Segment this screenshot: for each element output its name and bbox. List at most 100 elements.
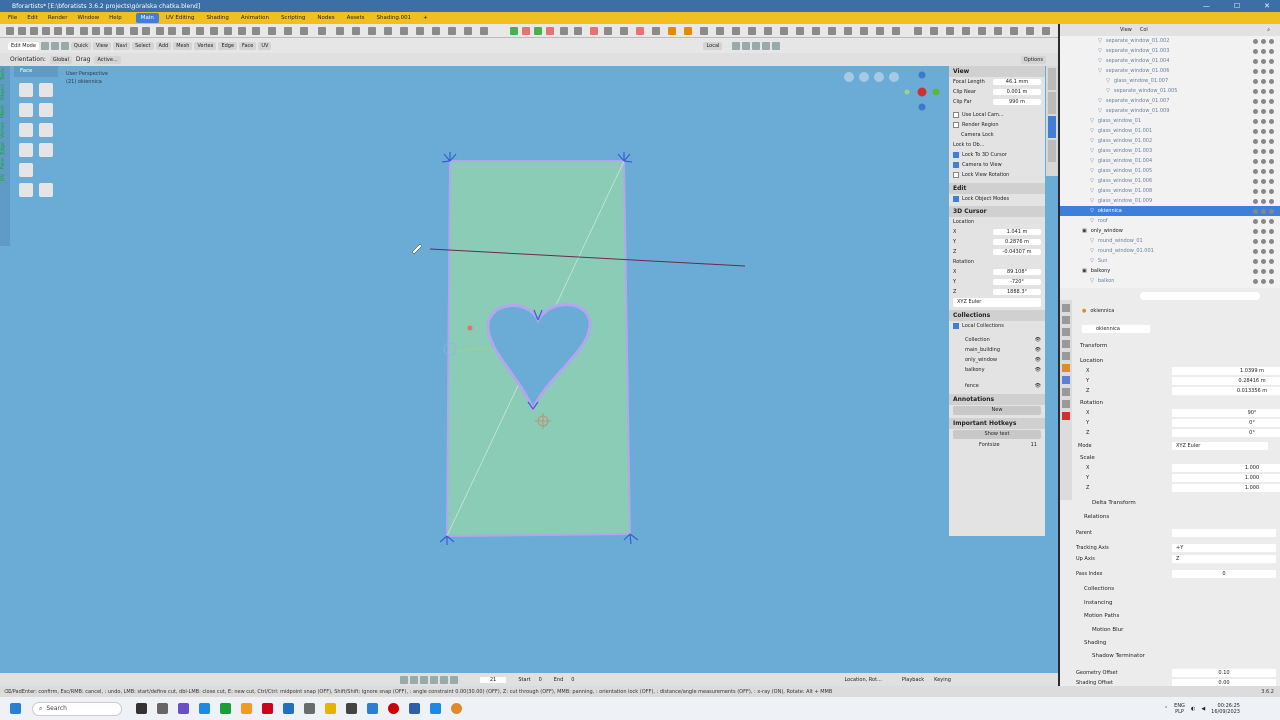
volume-icon[interactable]: ◀ xyxy=(1201,706,1205,712)
collections-panel-header[interactable]: Collections xyxy=(949,310,1045,321)
render-icon[interactable] xyxy=(1269,158,1274,164)
tab-main[interactable]: Main xyxy=(135,13,159,23)
end-field[interactable]: 0 xyxy=(571,677,574,683)
cursor-rotation-mode-dropdown[interactable]: XYZ Euler xyxy=(953,298,1041,307)
clip-far-field[interactable]: 990 m xyxy=(993,99,1041,105)
render-icon[interactable] xyxy=(1269,258,1274,264)
playback-menu[interactable]: Playback xyxy=(902,677,924,683)
camera-to-view-checkbox[interactable] xyxy=(953,162,959,168)
lock-view-rotation-checkbox[interactable] xyxy=(953,172,959,178)
render-icon[interactable] xyxy=(1269,268,1274,274)
important-hotkeys-header[interactable]: Important Hotkeys xyxy=(949,418,1045,429)
camera-icon[interactable] xyxy=(1261,178,1266,184)
inset-tool-icon[interactable] xyxy=(39,83,53,97)
clock-date[interactable]: 16/09/2023 xyxy=(1211,709,1240,715)
face-select-icon[interactable] xyxy=(60,41,69,50)
poke-tool-icon[interactable] xyxy=(39,103,53,117)
outliner-row[interactable]: ▽ glass_window_01.008 xyxy=(1060,186,1280,196)
rotate-edge-tool-icon[interactable] xyxy=(39,183,53,197)
location-z-field[interactable]: 0.013356 m xyxy=(1172,387,1280,395)
app-icon[interactable] xyxy=(241,703,252,714)
menu-uv[interactable]: UV xyxy=(258,41,272,50)
tab-uv-editing[interactable]: UV Editing xyxy=(161,13,200,23)
render-icon[interactable] xyxy=(1269,208,1274,214)
modifier-tab-icon[interactable] xyxy=(1062,376,1070,384)
app-icon[interactable] xyxy=(346,703,357,714)
app-icon[interactable] xyxy=(304,703,315,714)
outliner-row[interactable]: ▽ glass_window_01.009 xyxy=(1060,196,1280,206)
outliner-view-menu[interactable]: View xyxy=(1120,27,1132,33)
outliner-row[interactable]: ▽ glass_window_01.006 xyxy=(1060,176,1280,186)
camera-icon[interactable] xyxy=(1261,98,1266,104)
motion-paths-section[interactable]: Motion Paths xyxy=(1084,613,1119,619)
transform-space-dropdown[interactable]: Local xyxy=(703,41,723,50)
render-icon[interactable] xyxy=(1269,128,1274,134)
outliner-row[interactable]: ▽ glass_window_01.004 xyxy=(1060,156,1280,166)
render-icon[interactable] xyxy=(1269,228,1274,234)
tab-shading[interactable]: Shading xyxy=(202,13,234,23)
tab-edit[interactable] xyxy=(1048,140,1056,162)
visibility-icon[interactable] xyxy=(1253,118,1258,124)
app-icon[interactable] xyxy=(367,703,378,714)
menu-mesh[interactable]: Mesh xyxy=(173,41,193,50)
tab-object[interactable]: Object xyxy=(0,82,6,102)
collection-item-fence[interactable]: fence xyxy=(965,383,979,389)
geometry-offset-field[interactable]: 0.10 xyxy=(1172,669,1276,677)
triangulate-tool-icon[interactable] xyxy=(39,143,53,157)
object-tab-icon[interactable] xyxy=(1062,364,1070,372)
toolbar-icons[interactable] xyxy=(0,24,1058,38)
view-panel-header[interactable]: View xyxy=(949,66,1045,77)
show-text-button[interactable]: Show text xyxy=(953,430,1041,439)
outliner-row[interactable]: ▣ only_window xyxy=(1060,226,1280,236)
camera-lock-label[interactable]: Camera Lock xyxy=(961,132,994,138)
cursor-loc-y-field[interactable]: 0.2876 m xyxy=(993,239,1041,245)
visibility-icon[interactable] xyxy=(1253,258,1258,264)
render-icon[interactable] xyxy=(1269,138,1274,144)
outliner-row[interactable]: ▽ round_window_01 xyxy=(1060,236,1280,246)
outliner-row[interactable]: ▽ separate_window_01.005 xyxy=(1060,86,1280,96)
rotation-x-field[interactable]: 90° xyxy=(1172,409,1280,417)
camera-icon[interactable] xyxy=(1261,158,1266,164)
visibility-icon[interactable] xyxy=(1253,138,1258,144)
render-region-checkbox[interactable] xyxy=(953,122,959,128)
visibility-icon[interactable] xyxy=(1253,228,1258,234)
outliner-row[interactable]: ▽ roof xyxy=(1060,216,1280,226)
tab-uv[interactable]: UV xyxy=(0,172,6,183)
collection-item-balkony[interactable]: balkony xyxy=(965,367,985,373)
eye-icon[interactable]: 👁 xyxy=(1035,347,1041,353)
collection-item-main-building[interactable]: main_building xyxy=(965,347,1000,353)
cursor-rot-x-field[interactable]: 89.108° xyxy=(993,269,1041,275)
mode-dropdown[interactable]: Edit Mode xyxy=(8,41,39,50)
render-icon[interactable] xyxy=(1269,238,1274,244)
camera-icon[interactable] xyxy=(1261,78,1266,84)
material-tab-icon[interactable] xyxy=(1062,412,1070,420)
eye-icon[interactable]: 👁 xyxy=(1035,357,1041,363)
cursor-loc-x-field[interactable]: 1.041 m xyxy=(993,229,1041,235)
parent-field[interactable] xyxy=(1172,529,1276,537)
camera-icon[interactable] xyxy=(1261,258,1266,264)
visibility-icon[interactable] xyxy=(1253,108,1258,114)
taskbar-search-input[interactable]: ⌕ Search xyxy=(32,701,122,716)
tab-view[interactable] xyxy=(1048,116,1056,138)
app-icon[interactable] xyxy=(430,703,441,714)
extrude-tool-icon[interactable] xyxy=(19,83,33,97)
datablock-field[interactable]: okiennica xyxy=(1082,325,1150,333)
outliner-row[interactable]: ▽ separate_window_01.003 xyxy=(1060,46,1280,56)
annotations-panel-header[interactable]: Annotations xyxy=(949,394,1045,405)
xray-icon[interactable] xyxy=(762,41,771,50)
tray-chevron-icon[interactable]: ⌃ xyxy=(1164,706,1168,712)
start-field[interactable]: 0 xyxy=(539,677,542,683)
eye-icon[interactable]: 👁 xyxy=(1035,367,1041,373)
render-icon[interactable] xyxy=(1269,48,1274,54)
network-icon[interactable]: ◐ xyxy=(1191,706,1195,712)
camera-icon[interactable] xyxy=(1261,168,1266,174)
maximize-button[interactable]: ☐ xyxy=(1234,2,1240,10)
particles-tab-icon[interactable] xyxy=(1062,388,1070,396)
render-icon[interactable] xyxy=(1269,118,1274,124)
edit-panel-header[interactable]: Edit xyxy=(949,183,1045,194)
use-local-cam-checkbox[interactable] xyxy=(953,112,959,118)
camera-icon[interactable] xyxy=(1261,128,1266,134)
location-y-field[interactable]: 0.28416 m xyxy=(1172,377,1280,385)
menu-face[interactable]: Face xyxy=(239,41,257,50)
visibility-icon[interactable] xyxy=(1253,278,1258,284)
